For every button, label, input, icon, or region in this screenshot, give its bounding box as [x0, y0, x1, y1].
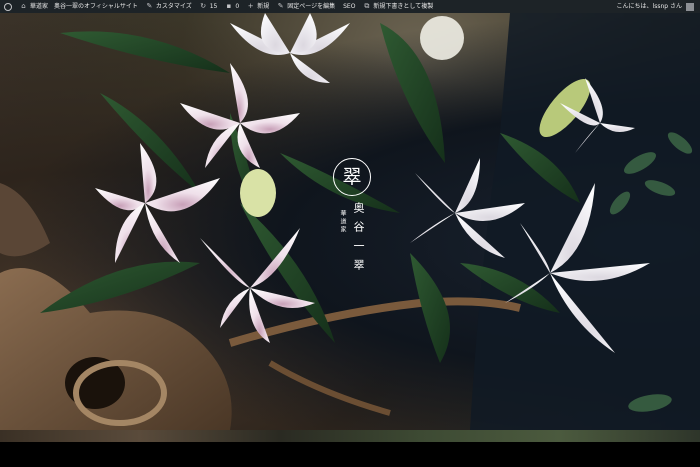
home-icon: ⌂ — [21, 2, 26, 10]
site-logo[interactable]: 翠 華道家 奥谷一翠 — [330, 158, 374, 278]
pencil-icon: ✎ — [277, 2, 284, 10]
customize-label: カスタマイズ — [155, 3, 192, 10]
logo-mark: 翠 — [333, 158, 371, 196]
logo-text: 華道家 奥谷一翠 — [330, 202, 374, 278]
brush-icon: ✎ — [146, 2, 153, 10]
comments-link[interactable]: ▪ 0 — [221, 0, 243, 13]
duplicate-link[interactable]: ⧉ 新規下書きとして複製 — [359, 0, 437, 13]
account-menu[interactable]: こんにちは、lssnp さん — [617, 0, 700, 13]
comment-icon: ▪ — [226, 2, 232, 10]
updates-count: 15 — [209, 3, 218, 10]
new-content-link[interactable]: + 新規 — [243, 0, 273, 13]
new-label: 新規 — [257, 3, 270, 10]
site-name-label: 華道家 奥谷一翠のオフィシャルサイト — [30, 3, 138, 10]
customize-link[interactable]: ✎ カスタマイズ — [142, 0, 196, 13]
seo-link[interactable]: SEO — [339, 0, 359, 13]
updates-icon: ↻ — [200, 2, 207, 10]
comments-count: 0 — [235, 3, 240, 10]
plus-icon: + — [247, 2, 254, 10]
photo-strip — [0, 430, 700, 442]
duplicate-label: 新規下書きとして複製 — [373, 3, 434, 10]
avatar — [686, 2, 694, 11]
seo-label: SEO — [343, 3, 356, 10]
greeting-label: こんにちは、lssnp さん — [616, 3, 682, 10]
hero-image: 翠 華道家 奥谷一翠 — [0, 13, 700, 430]
logo-subtitle: 華道家 — [339, 210, 346, 234]
admin-bar: ⌂ 華道家 奥谷一翠のオフィシャルサイト ✎ カスタマイズ ↻ 15 ▪ 0 + 新規 ✎… — [0, 0, 700, 13]
copy-icon: ⧉ — [364, 2, 370, 10]
updates-link[interactable]: ↻ 15 — [196, 0, 222, 13]
logo-name: 奥谷一翠 — [352, 202, 365, 278]
wordpress-menu[interactable] — [0, 2, 16, 11]
edit-page-label: 固定ページを編集 — [287, 3, 336, 10]
site-name-link[interactable]: ⌂ 華道家 奥谷一翠のオフィシャルサイト — [16, 0, 142, 13]
edit-page-link[interactable]: ✎ 固定ページを編集 — [273, 0, 339, 13]
wordpress-icon — [4, 2, 12, 11]
page-bottom — [0, 442, 700, 467]
